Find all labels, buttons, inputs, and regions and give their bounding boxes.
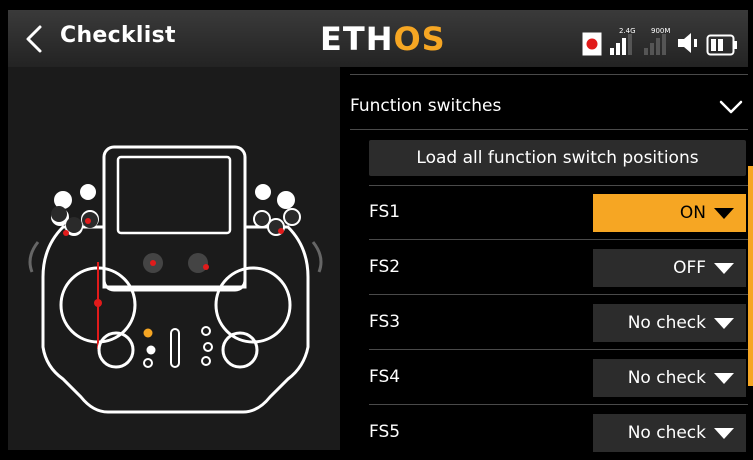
page-title: Checklist — [60, 23, 176, 48]
dropdown-arrow-icon — [714, 262, 734, 274]
fs3-label: FS3 — [369, 312, 401, 332]
back-arrow-icon[interactable] — [22, 24, 48, 54]
radio-illustration-panel — [8, 67, 340, 450]
fs2-dropdown[interactable]: OFF — [593, 249, 746, 287]
scrollbar[interactable] — [748, 166, 753, 386]
divider — [369, 239, 748, 240]
fs3-value: No check — [627, 313, 706, 333]
fs2-label: FS2 — [369, 257, 401, 277]
signal-900m-icon: 900M — [644, 27, 670, 55]
status-24g-label: 2.4G — [619, 27, 636, 35]
fs4-value: No check — [627, 368, 706, 388]
divider — [369, 404, 748, 405]
dropdown-arrow-icon — [714, 372, 734, 384]
fs4-dropdown[interactable]: No check — [593, 359, 746, 397]
divider — [350, 74, 748, 75]
status-900m-label: 900M — [651, 27, 670, 35]
header-bar: Checklist ETHOS 2.4G 900M — [8, 10, 748, 67]
record-indicator-icon — [582, 32, 602, 56]
fs5-label: FS5 — [369, 422, 401, 442]
chevron-down-icon[interactable] — [719, 99, 743, 115]
signal-24g-icon: 2.4G — [610, 27, 636, 55]
divider — [369, 185, 748, 186]
dropdown-arrow-icon — [714, 317, 734, 329]
status-icons: 2.4G 900M — [582, 22, 738, 56]
fs4-label: FS4 — [369, 367, 401, 387]
function-switches-header[interactable]: Function switches — [350, 87, 748, 127]
section-label: Function switches — [350, 96, 502, 116]
fs5-value: No check — [627, 423, 706, 443]
logo-accent: OS — [393, 20, 446, 58]
load-all-positions-button[interactable]: Load all function switch positions — [369, 140, 746, 176]
divider — [369, 349, 748, 350]
battery-icon — [706, 34, 737, 56]
divider — [350, 129, 748, 130]
fs1-dropdown[interactable]: ON — [593, 194, 746, 232]
transmitter-diagram — [28, 145, 323, 414]
dropdown-arrow-icon — [714, 427, 734, 439]
fs5-dropdown[interactable]: No check — [593, 414, 746, 452]
logo-main: ETH — [320, 20, 394, 58]
function-switch-list: Function switches Load all function swit… — [350, 67, 748, 452]
fs3-dropdown[interactable]: No check — [593, 304, 746, 342]
fs2-value: OFF — [673, 258, 706, 278]
ethos-logo: ETHOS — [320, 20, 446, 58]
screen: Checklist ETHOS 2.4G 900M Function switc… — [0, 0, 753, 460]
divider — [369, 294, 748, 295]
fs1-value: ON — [679, 203, 706, 223]
dropdown-arrow-icon — [714, 207, 734, 219]
fs1-label: FS1 — [369, 202, 401, 222]
volume-icon — [678, 33, 697, 53]
